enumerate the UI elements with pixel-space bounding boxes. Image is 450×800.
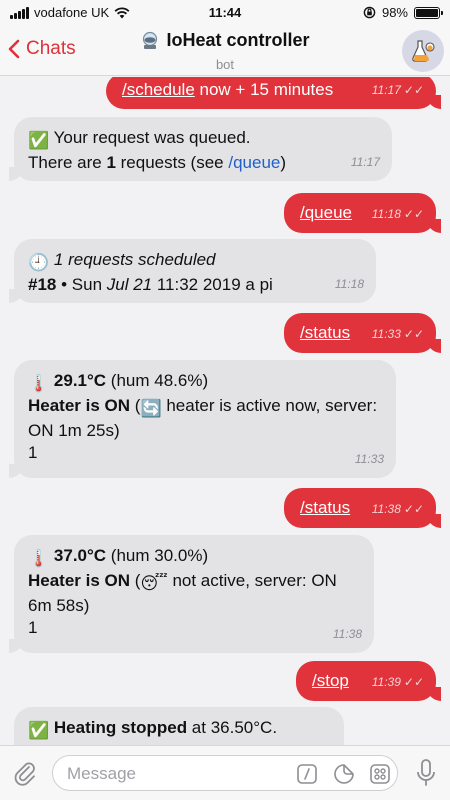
humidity-text: (hum 48.6%) [106,371,209,390]
bot-command-icon[interactable] [296,763,318,785]
outgoing-message[interactable]: /status 11:38 ✓✓ [284,488,441,528]
queue-link[interactable]: /queue [228,153,280,172]
temperature-value: 37.0°C [53,546,107,565]
command-link[interactable]: /status [300,323,350,342]
message-text: Jul 21 [106,275,153,294]
back-label: Chats [26,38,76,59]
message-time: 11:18 [334,277,364,291]
read-receipt-icon: ✓✓ [403,207,424,221]
incoming-message[interactable]: ✅ Your request was queued. There are 1 r… [9,117,392,181]
refresh-icon: 🔄 [140,399,162,418]
outgoing-message[interactable]: /schedule now + 15 minutes 11:17 ✓✓ [106,77,441,109]
battery-percent: 98% [381,5,408,20]
clock-icon: 🕘 [28,253,50,272]
humidity-text: (hum 30.0%) [106,546,209,565]
chat-title-area[interactable]: IoHeat controller bot [80,30,370,72]
orientation-lock-icon [363,6,376,19]
message-text: There are [28,153,107,172]
message-text: 1 [28,443,38,462]
incoming-message[interactable]: ✅ Heating stopped at 36.50°C. [14,707,344,745]
message-time: 11:18 [371,207,401,221]
heater-state: Heater is ON [28,571,131,590]
check-mark-icon: ✅ [28,131,50,150]
temperature-value: 29.1°C [53,371,107,390]
command-link[interactable]: /stop [312,671,349,690]
read-receipt-icon: ✓✓ [403,675,424,689]
incoming-message[interactable]: 🕘 1 requests scheduled #18 • Sun Jul 21 … [9,239,376,303]
schedule-id: #18 [28,275,57,294]
message-text: at 36.50°C. [187,718,278,737]
chat-subtitle: bot [215,56,235,72]
outgoing-message[interactable]: /queue 11:18 ✓✓ [284,193,441,233]
read-receipt-icon: ✓✓ [403,83,424,97]
message-input[interactable] [67,763,287,785]
sleeping-face-icon: 😴 [140,574,168,593]
message-list[interactable]: /schedule now + 15 minutes 11:17 ✓✓ ✅ You… [0,77,450,745]
request-count: 1 [106,153,116,172]
outgoing-message[interactable]: /stop 11:39 ✓✓ [296,661,441,701]
read-receipt-icon: ✓✓ [403,327,424,341]
read-receipt-icon: ✓✓ [403,502,424,516]
microphone-icon[interactable] [416,758,436,788]
message-text: 1 requests scheduled [53,250,216,269]
message-text: now + 15 minutes [194,80,334,99]
message-time: 11:33 [354,452,384,466]
command-link[interactable]: /status [300,498,350,517]
heater-state: Heater is ON [28,396,131,415]
back-button[interactable]: Chats [8,38,76,60]
check-mark-icon: ✅ [28,721,50,740]
chat-title: IoHeat controller [166,30,310,50]
incoming-message[interactable]: 🌡️ 29.1°C (hum 48.6%) Heater is ON (🔄 he… [9,360,396,478]
message-text: Your request was queued. [53,128,251,147]
message-text: 1 [28,618,38,637]
status-bar: vodafone UK 11:44 98% [0,0,450,26]
message-text: ) [280,153,287,172]
message-text: 11:32 2019 a pi [152,275,273,294]
message-text: ( [130,571,141,590]
message-text: ( [130,396,141,415]
message-time: 11:33 [371,327,401,341]
keyboard-buttons-icon[interactable] [369,763,391,785]
composer-bar [0,745,450,800]
sticker-icon[interactable] [333,763,355,785]
message-time: 11:17 [350,155,380,169]
incoming-message[interactable]: 🌡️ 37.0°C (hum 30.0%) Heater is ON (😴 no… [9,535,374,653]
message-text: requests (see [115,153,229,172]
battery-icon [414,6,443,19]
message-time: 11:17 [371,83,401,97]
message-time: 11:38 [332,627,362,641]
thermometer-icon: 🌡️ [28,374,50,393]
message-text: Heating stopped [53,718,188,737]
message-time: 11:39 [371,675,401,689]
chevron-left-icon [8,39,20,59]
thermometer-icon: 🌡️ [28,549,50,568]
lab-flask-icon [412,40,435,62]
bot-icon [143,31,158,49]
message-time: 11:38 [371,502,401,516]
command-link[interactable]: /schedule [122,80,195,99]
command-link[interactable]: /queue [300,203,352,222]
chat-header: Chats IoHeat controller bot [0,26,450,76]
outgoing-message[interactable]: /status 11:33 ✓✓ [284,313,441,353]
message-text: • Sun [56,275,107,294]
message-field[interactable] [52,755,398,791]
bot-avatar[interactable] [402,30,444,72]
paperclip-icon[interactable] [12,760,38,786]
